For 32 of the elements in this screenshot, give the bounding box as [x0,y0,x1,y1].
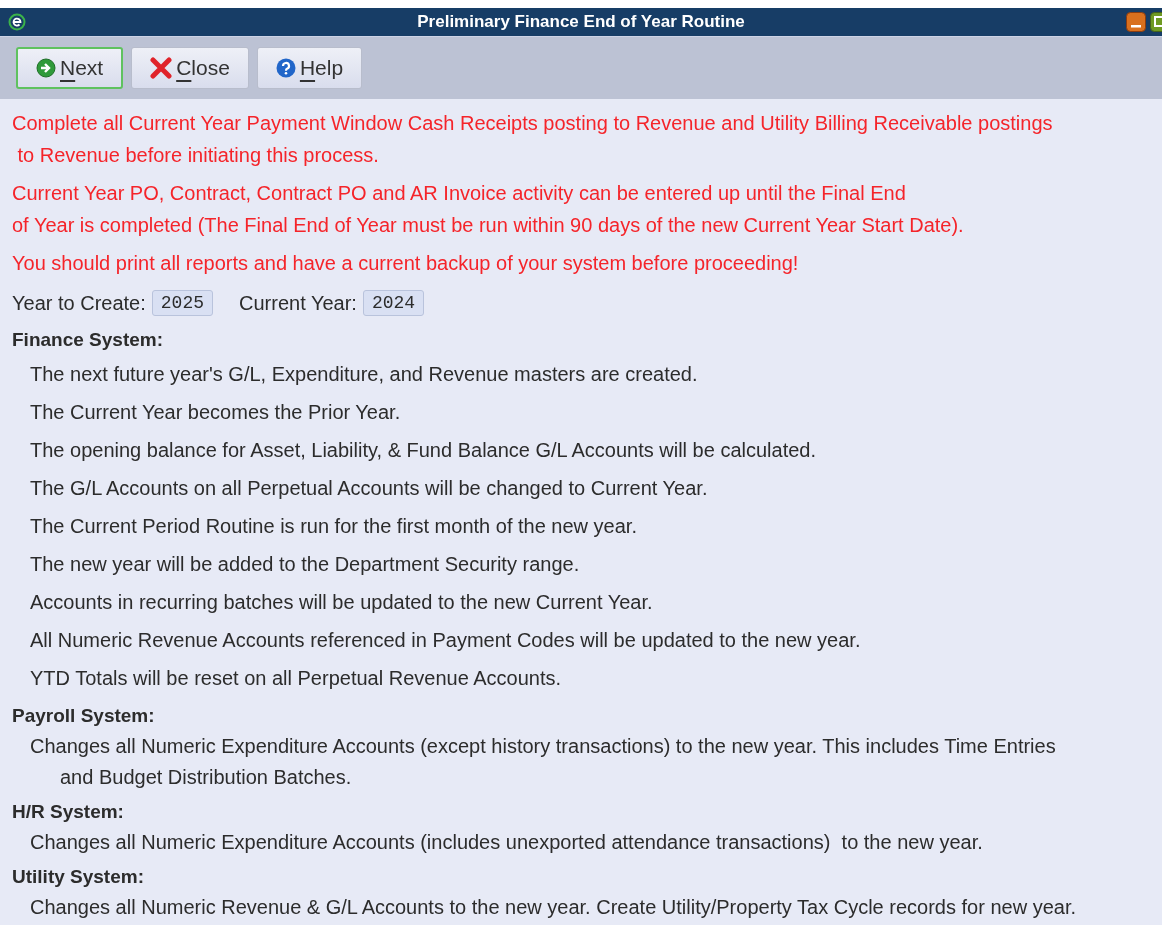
minimize-button[interactable] [1126,12,1146,32]
description-text: The new year will be added to the Department Security range. [29,552,581,577]
next-button[interactable]: Next [16,47,124,89]
warning-text: Current Year PO, Contract, Contract PO and AR Invoice activity can be entered up until the Final End of Year is completed (The Final End of Year must be run within 90 days of the new Current Year Start Date). [12,181,965,238]
maximize-button[interactable] [1150,12,1162,32]
description-text: The Current Period Routine is run for the first month of the new year. [29,514,638,539]
description-text: The G/L Accounts on all Perpetual Accounts will be changed to Current Year. [29,476,709,501]
help-button[interactable]: Help [256,47,363,89]
section-heading: Utility System: [12,865,145,889]
help-icon [275,58,296,78]
description-text: Accounts in recurring batches will be updated to the new Current Year. [29,590,654,615]
description-text: The next future year's G/L, Expenditure, and Revenue masters are created. [29,362,699,387]
window-title: Preliminary Finance End of Year Routine [417,12,745,32]
description-text: The Current Year becomes the Prior Year. [29,400,402,425]
warning-text: Complete all Current Year Payment Window Cash Receipts posting to Revenue and Utility Billing Receivable postings to Revenue before initiating this process. [12,111,1054,168]
description-text: YTD Totals will be reset on all Perpetual Revenue Accounts. [29,666,563,691]
description-text: Changes all Numeric Expenditure Accounts (except history transactions) to the new year. This includes Time Entries and Budget Distribution Batches. [29,734,1057,790]
description-text: The opening balance for Asset, Liability, & Fund Balance G/L Accounts will be calculated. [29,438,817,463]
field-label: Year to Create: [12,291,146,315]
close-button[interactable]: Close [131,47,249,89]
description-text: Changes all Numeric Revenue & G/L Accounts to the new year. Create Utility/Property Tax Cycle records for new year. [29,895,1078,920]
year-field[interactable]: 2024 [362,290,425,316]
description-text: Changes all Numeric Expenditure Accounts (includes unexported attendance transactions) to the new year. [29,830,984,855]
section-heading: Finance System: [12,328,164,352]
logo-icon [8,13,26,31]
field-label: Current Year: [239,291,357,315]
close-icon [150,57,173,79]
section-heading: Payroll System: [12,704,156,728]
description-text: All Numeric Revenue Accounts referenced in Payment Codes will be updated to the new year. [29,628,862,653]
section-heading: H/R System: [12,800,125,824]
year-field[interactable]: 2025 [151,290,213,316]
warning-text: You should print all reports and have a current backup of your system before proceeding! [12,251,800,276]
